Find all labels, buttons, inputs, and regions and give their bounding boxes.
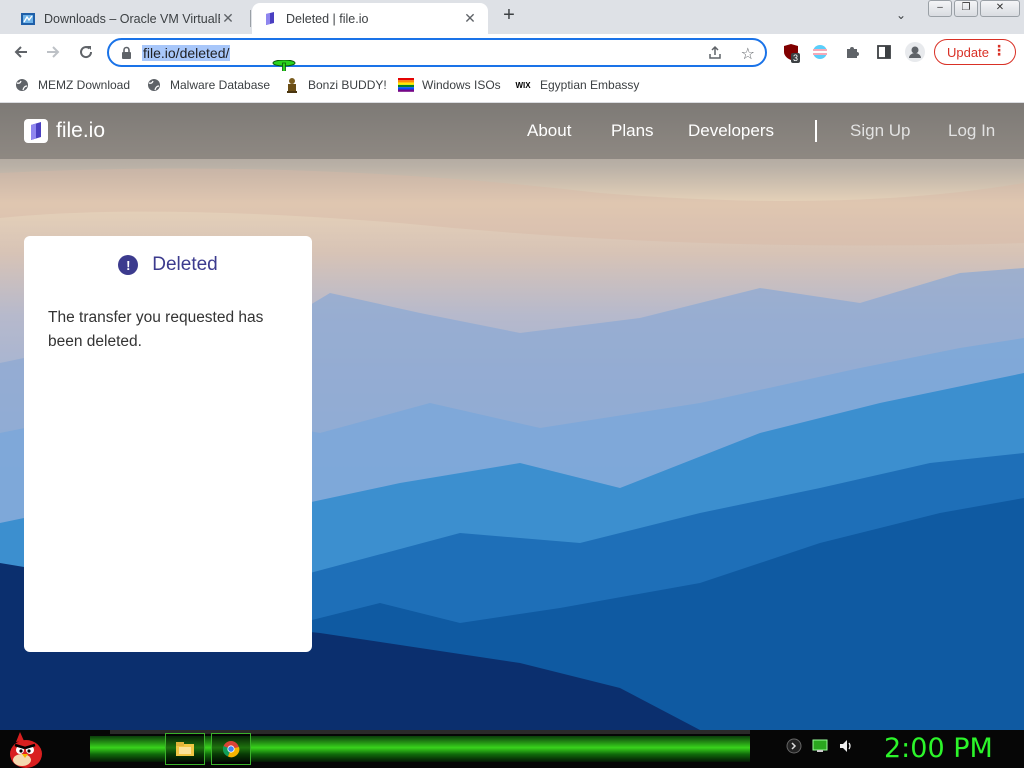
more-menu-icon[interactable]: ⋮	[992, 42, 1006, 59]
restore-button[interactable]: ❐	[954, 0, 978, 17]
system-tray	[786, 738, 854, 754]
bookmark-label: Egyptian Embassy	[540, 78, 640, 92]
arrow-right-icon	[47, 46, 60, 58]
side-panel-icon	[877, 45, 891, 59]
deleted-card: ! Deleted The transfer you requested has…	[24, 236, 312, 652]
update-button[interactable]: Update ⋮	[934, 39, 1016, 65]
nav-developers[interactable]: Developers	[688, 121, 774, 141]
address-bar[interactable]: file.io/deleted/ ☆	[107, 38, 767, 67]
bookmark-label: Malware Database	[170, 78, 271, 92]
taskbar-chrome-button[interactable]	[211, 733, 251, 765]
volume-icon[interactable]	[838, 738, 854, 754]
folder-icon	[176, 742, 194, 756]
bookmark-star-icon[interactable]: ☆	[741, 44, 755, 64]
tab-search-button[interactable]: ⌄	[896, 8, 906, 22]
fileio-logo[interactable]: file.io	[24, 119, 105, 143]
lock-icon	[122, 46, 131, 59]
tab-downloads[interactable]: Downloads – Oracle VM VirtualB ✕	[10, 3, 246, 34]
tab-fileio[interactable]: Deleted | file.io ✕	[252, 3, 488, 34]
bookmark-windows-isos[interactable]: Windows ISOs	[398, 77, 501, 93]
bookmark-malware-db[interactable]: Malware Database	[146, 77, 270, 93]
taskbar-clock[interactable]: 2:00 PM	[884, 733, 993, 764]
card-header: ! Deleted	[24, 254, 312, 276]
page-content: file.io About Plans Developers Sign Up L…	[0, 103, 1024, 730]
bookmark-egyptian-embassy[interactable]: WIX Egyptian Embassy	[514, 77, 639, 93]
flag-extension[interactable]	[810, 42, 830, 62]
back-button[interactable]	[8, 39, 34, 65]
globe-icon	[14, 77, 30, 93]
taskbar-bevel	[110, 730, 750, 734]
bookmark-label: MEMZ Download	[38, 78, 131, 92]
share-icon[interactable]	[707, 45, 723, 61]
side-panel-button[interactable]	[874, 42, 894, 62]
globe-icon	[146, 77, 162, 93]
minimize-button[interactable]: –	[928, 0, 952, 17]
site-header: file.io About Plans Developers Sign Up L…	[0, 103, 1024, 159]
fileio-logo-icon	[24, 119, 48, 143]
windows-flag-icon	[398, 77, 414, 93]
trans-flag-icon	[813, 45, 827, 59]
tab-divider	[250, 10, 251, 27]
nav-sign-up[interactable]: Sign Up	[850, 121, 910, 141]
card-title: Deleted	[152, 254, 218, 275]
tab-strip: Downloads – Oracle VM VirtualB ✕ Deleted…	[0, 0, 1024, 34]
fileio-icon	[266, 11, 274, 25]
close-window-button[interactable]: ✕	[980, 0, 1020, 17]
extension-badge: 3	[791, 53, 801, 63]
new-tab-button[interactable]: +	[498, 5, 520, 27]
angry-bird-start-icon[interactable]	[6, 730, 46, 768]
bookmark-label: Bonzi BUDDY!	[308, 78, 387, 92]
nav-log-in[interactable]: Log In	[948, 121, 995, 141]
logo-text: file.io	[56, 119, 106, 142]
bookmark-memz[interactable]: MEMZ Download	[14, 77, 130, 93]
card-message: The transfer you requested has been dele…	[48, 309, 264, 350]
nav-plans[interactable]: Plans	[611, 121, 654, 141]
virtualbox-icon	[21, 12, 35, 25]
wix-icon: WIX	[515, 80, 531, 90]
tray-chevron-icon[interactable]	[786, 738, 802, 754]
reload-button[interactable]	[73, 39, 99, 65]
nav-divider	[815, 120, 817, 142]
close-icon[interactable]: ✕	[220, 10, 236, 27]
bonzi-icon	[284, 77, 300, 93]
bookmark-label: Windows ISOs	[422, 78, 501, 92]
extensions-button[interactable]	[842, 42, 862, 62]
window-controls: – ❐ ✕	[928, 0, 1020, 17]
browser-toolbar: file.io/deleted/ ☆ 3 Update ⋮	[0, 34, 1024, 85]
tab-title: Deleted | file.io	[286, 11, 369, 26]
bookmarks-bar: MEMZ Download Malware Database Bonzi BUD…	[0, 71, 1024, 103]
taskbar-explorer-button[interactable]	[165, 733, 205, 765]
url-text[interactable]: file.io/deleted/	[142, 45, 231, 61]
close-icon[interactable]: ✕	[462, 10, 478, 27]
forward-button[interactable]	[40, 39, 66, 65]
chrome-icon	[222, 741, 240, 758]
ublock-extension[interactable]: 3	[781, 42, 801, 63]
network-icon[interactable]	[812, 738, 828, 754]
avatar-icon	[905, 42, 925, 62]
arrow-left-icon	[14, 46, 27, 58]
reload-icon	[80, 46, 93, 59]
tab-title: Downloads – Oracle VM VirtualB	[44, 11, 220, 26]
alert-icon: !	[118, 255, 139, 275]
puzzle-icon	[847, 47, 859, 58]
update-label: Update	[947, 44, 989, 60]
profile-button[interactable]	[905, 42, 925, 62]
nav-about[interactable]: About	[527, 121, 571, 141]
bookmark-bonzi[interactable]: Bonzi BUDDY!	[284, 77, 387, 93]
taskbar: 2:00 PM	[0, 730, 1024, 768]
